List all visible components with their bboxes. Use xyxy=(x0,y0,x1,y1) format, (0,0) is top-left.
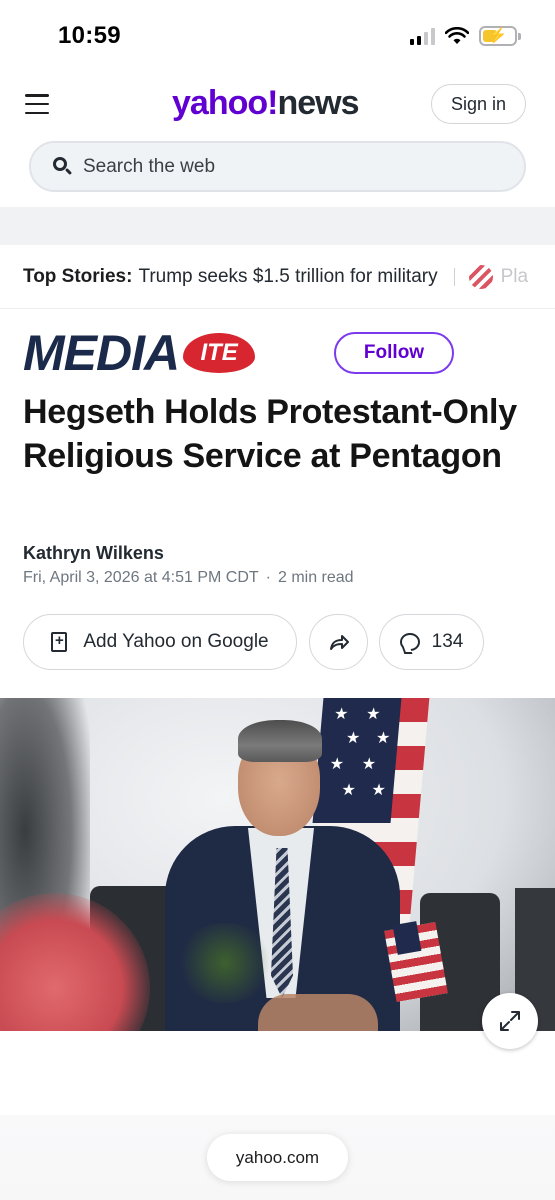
status-icons: ⚡ xyxy=(410,26,521,46)
site-header: yahoo!news Sign in xyxy=(0,70,555,140)
battery-charging-icon: ⚡ xyxy=(479,26,521,46)
read-time: 2 min read xyxy=(277,569,354,586)
status-time: 10:59 xyxy=(58,22,121,49)
ticker-divider xyxy=(453,268,455,286)
top-stories-label: Top Stories: xyxy=(23,266,133,287)
browser-url-bar[interactable]: yahoo.com xyxy=(207,1134,348,1181)
search-icon xyxy=(51,156,73,178)
next-story-link[interactable]: Pla xyxy=(501,266,528,288)
top-story-link[interactable]: Trump seeks $1.5 trillion for military xyxy=(138,266,437,288)
follow-button[interactable]: Follow xyxy=(334,332,454,374)
yahoo-news-logo[interactable]: yahoo!news xyxy=(172,84,360,123)
author-name[interactable]: Kathryn Wilkens xyxy=(23,543,164,564)
add-document-icon xyxy=(51,632,68,652)
divider xyxy=(0,308,555,309)
share-arrow-icon xyxy=(329,635,349,650)
publisher-logo-text: MEDIA xyxy=(23,325,180,381)
comment-bubble-icon xyxy=(399,633,420,651)
comments-button[interactable]: 134 xyxy=(379,614,484,670)
expand-image-button[interactable] xyxy=(482,993,538,1049)
status-bar: 10:59 ⚡ xyxy=(0,0,555,68)
menu-icon[interactable] xyxy=(25,94,49,114)
top-stories-ticker[interactable]: Top Stories: Trump seeks $1.5 trillion f… xyxy=(23,262,555,292)
signal-icon xyxy=(410,27,435,45)
ad-placeholder-band xyxy=(0,207,555,245)
article-hero-image[interactable]: ★ ★ ★ ★ ★ ★ ★ ★ xyxy=(0,698,555,1031)
add-yahoo-on-google-button[interactable]: Add Yahoo on Google xyxy=(23,614,297,670)
article-dateline: Fri, April 3, 2026 at 4:51 PM CDT · 2 min … xyxy=(23,569,354,586)
publish-date: Fri, April 3, 2026 at 4:51 PM CDT xyxy=(23,569,259,586)
search-input[interactable] xyxy=(83,155,483,178)
search-bar[interactable] xyxy=(29,141,526,192)
expand-icon xyxy=(500,1011,520,1031)
comment-count: 134 xyxy=(431,631,464,652)
publisher-logo[interactable]: MEDIA ITE xyxy=(23,325,256,381)
add-yahoo-on-google-label: Add Yahoo on Google xyxy=(83,631,269,652)
publisher-logo-badge: ITE xyxy=(183,333,256,373)
story-thumbnail-icon xyxy=(468,265,493,289)
sign-in-button[interactable]: Sign in xyxy=(431,84,526,124)
article-title: Hegseth Holds Protestant-Only Religious … xyxy=(23,393,517,475)
share-button[interactable] xyxy=(309,614,368,670)
wifi-icon xyxy=(445,27,469,44)
